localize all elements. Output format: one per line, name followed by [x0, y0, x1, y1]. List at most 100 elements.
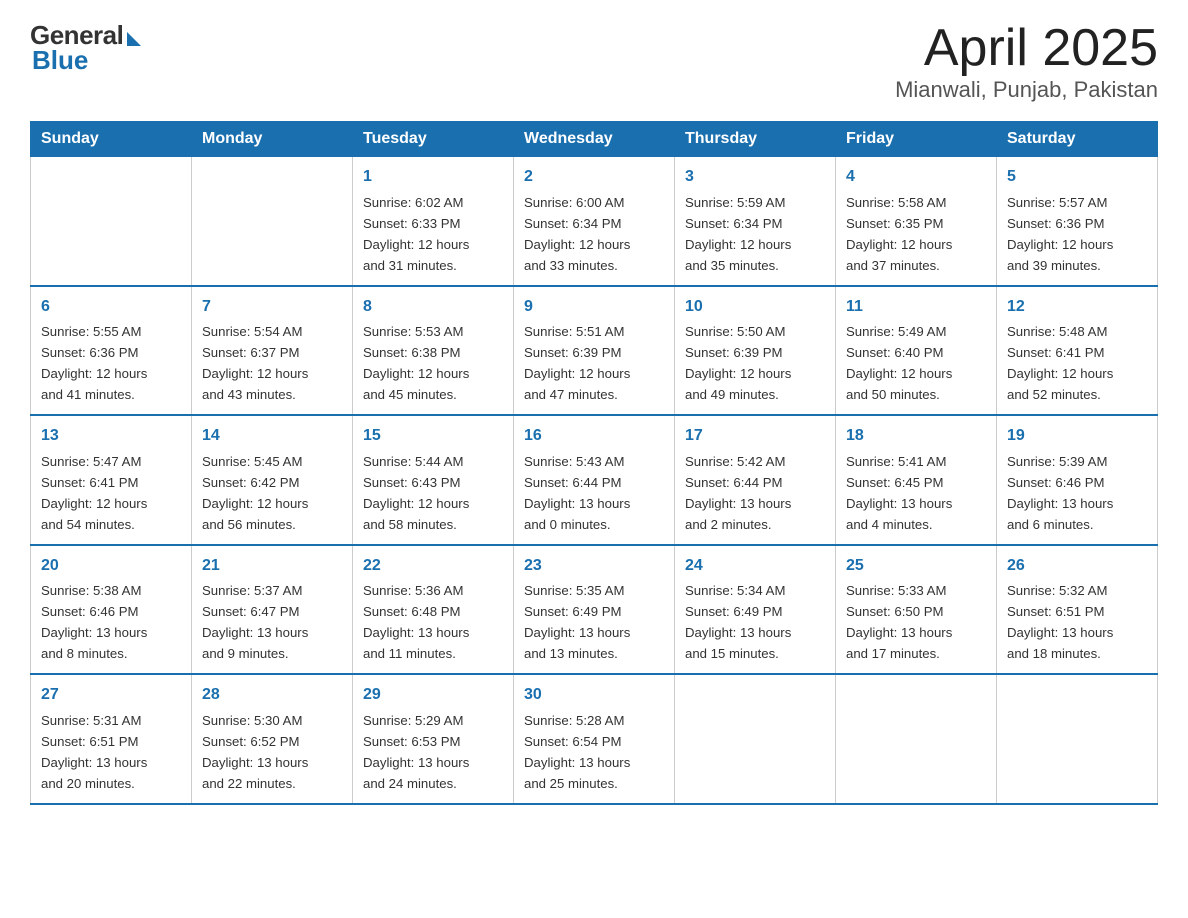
title-area: April 2025 Mianwali, Punjab, Pakistan: [895, 20, 1158, 103]
day-number: 24: [685, 554, 825, 579]
day-number: 20: [41, 554, 181, 579]
calendar-day-cell: [192, 157, 353, 286]
day-number: 12: [1007, 295, 1147, 320]
calendar-day-cell: 17 Sunrise: 5:42 AM Sunset: 6:44 PM Dayli…: [675, 415, 836, 544]
weekday-header-monday: Monday: [192, 122, 353, 157]
day-number: 23: [524, 554, 664, 579]
day-info: Sunrise: 5:31 AM Sunset: 6:51 PM Dayligh…: [41, 713, 147, 791]
calendar-day-cell: 15 Sunrise: 5:44 AM Sunset: 6:43 PM Dayli…: [353, 415, 514, 544]
day-number: 2: [524, 165, 664, 190]
day-number: 30: [524, 683, 664, 708]
calendar-day-cell: [31, 157, 192, 286]
day-info: Sunrise: 6:00 AM Sunset: 6:34 PM Dayligh…: [524, 195, 630, 273]
day-number: 16: [524, 424, 664, 449]
logo-arrow-icon: [127, 32, 141, 46]
day-number: 9: [524, 295, 664, 320]
logo-blue-text: Blue: [32, 45, 88, 76]
day-number: 18: [846, 424, 986, 449]
day-info: Sunrise: 5:37 AM Sunset: 6:47 PM Dayligh…: [202, 583, 308, 661]
day-number: 6: [41, 295, 181, 320]
calendar-day-cell: 8 Sunrise: 5:53 AM Sunset: 6:38 PM Daylig…: [353, 286, 514, 415]
calendar-day-cell: 30Sunrise: 5:28 AM Sunset: 6:54 PM Dayli…: [514, 674, 675, 803]
calendar-day-cell: 2 Sunrise: 6:00 AM Sunset: 6:34 PM Daylig…: [514, 157, 675, 286]
calendar-day-cell: 27 Sunrise: 5:31 AM Sunset: 6:51 PM Dayli…: [31, 674, 192, 803]
day-info: Sunrise: 5:34 AM Sunset: 6:49 PM Dayligh…: [685, 583, 791, 661]
day-info: Sunrise: 5:47 AM Sunset: 6:41 PM Dayligh…: [41, 454, 147, 532]
calendar-day-cell: 6 Sunrise: 5:55 AM Sunset: 6:36 PM Daylig…: [31, 286, 192, 415]
day-info: Sunrise: 5:45 AM Sunset: 6:42 PM Dayligh…: [202, 454, 308, 532]
calendar-day-cell: 18 Sunrise: 5:41 AM Sunset: 6:45 PM Dayli…: [836, 415, 997, 544]
day-info: Sunrise: 5:48 AM Sunset: 6:41 PM Dayligh…: [1007, 324, 1113, 402]
day-number: 4: [846, 165, 986, 190]
day-info: Sunrise: 5:41 AM Sunset: 6:45 PM Dayligh…: [846, 454, 952, 532]
day-number: 26: [1007, 554, 1147, 579]
weekday-header-wednesday: Wednesday: [514, 122, 675, 157]
calendar-day-cell: 23 Sunrise: 5:35 AM Sunset: 6:49 PM Dayli…: [514, 545, 675, 674]
day-info: Sunrise: 5:50 AM Sunset: 6:39 PM Dayligh…: [685, 324, 791, 402]
calendar-day-cell: 9 Sunrise: 5:51 AM Sunset: 6:39 PM Daylig…: [514, 286, 675, 415]
weekday-header-sunday: Sunday: [31, 122, 192, 157]
calendar-day-cell: 7 Sunrise: 5:54 AM Sunset: 6:37 PM Daylig…: [192, 286, 353, 415]
day-info: Sunrise: 5:58 AM Sunset: 6:35 PM Dayligh…: [846, 195, 952, 273]
calendar-day-cell: [675, 674, 836, 803]
day-number: 8: [363, 295, 503, 320]
calendar-day-cell: 22 Sunrise: 5:36 AM Sunset: 6:48 PM Dayli…: [353, 545, 514, 674]
calendar-week-3: 13Sunrise: 5:47 AM Sunset: 6:41 PM Dayli…: [31, 415, 1158, 544]
day-info: Sunrise: 5:32 AM Sunset: 6:51 PM Dayligh…: [1007, 583, 1113, 661]
calendar-week-1: 1Sunrise: 6:02 AM Sunset: 6:33 PM Daylig…: [31, 157, 1158, 286]
day-info: Sunrise: 5:30 AM Sunset: 6:52 PM Dayligh…: [202, 713, 308, 791]
calendar-day-cell: 12 Sunrise: 5:48 AM Sunset: 6:41 PM Dayli…: [997, 286, 1158, 415]
calendar-day-cell: 5 Sunrise: 5:57 AM Sunset: 6:36 PM Daylig…: [997, 157, 1158, 286]
calendar-day-cell: 20 Sunrise: 5:38 AM Sunset: 6:46 PM Dayli…: [31, 545, 192, 674]
day-info: Sunrise: 5:53 AM Sunset: 6:38 PM Dayligh…: [363, 324, 469, 402]
day-info: Sunrise: 5:36 AM Sunset: 6:48 PM Dayligh…: [363, 583, 469, 661]
day-info: Sunrise: 5:35 AM Sunset: 6:49 PM Dayligh…: [524, 583, 630, 661]
day-info: Sunrise: 5:29 AM Sunset: 6:53 PM Dayligh…: [363, 713, 469, 791]
calendar-header: SundayMondayTuesdayWednesdayThursdayFrid…: [31, 122, 1158, 157]
calendar-day-cell: 19Sunrise: 5:39 AM Sunset: 6:46 PM Dayli…: [997, 415, 1158, 544]
day-info: Sunrise: 5:38 AM Sunset: 6:46 PM Dayligh…: [41, 583, 147, 661]
calendar-week-5: 27 Sunrise: 5:31 AM Sunset: 6:51 PM Dayli…: [31, 674, 1158, 803]
day-info: Sunrise: 5:59 AM Sunset: 6:34 PM Dayligh…: [685, 195, 791, 273]
day-number: 25: [846, 554, 986, 579]
weekday-header-tuesday: Tuesday: [353, 122, 514, 157]
day-number: 29: [363, 683, 503, 708]
weekday-header-friday: Friday: [836, 122, 997, 157]
day-info: Sunrise: 5:54 AM Sunset: 6:37 PM Dayligh…: [202, 324, 308, 402]
logo: General Blue: [30, 20, 141, 76]
day-info: Sunrise: 5:51 AM Sunset: 6:39 PM Dayligh…: [524, 324, 630, 402]
calendar-day-cell: [836, 674, 997, 803]
day-info: Sunrise: 5:49 AM Sunset: 6:40 PM Dayligh…: [846, 324, 952, 402]
calendar-day-cell: 14Sunrise: 5:45 AM Sunset: 6:42 PM Dayli…: [192, 415, 353, 544]
weekday-header-row: SundayMondayTuesdayWednesdayThursdayFrid…: [31, 122, 1158, 157]
calendar-day-cell: 13Sunrise: 5:47 AM Sunset: 6:41 PM Dayli…: [31, 415, 192, 544]
calendar-day-cell: 3Sunrise: 5:59 AM Sunset: 6:34 PM Daylig…: [675, 157, 836, 286]
calendar-day-cell: 26 Sunrise: 5:32 AM Sunset: 6:51 PM Dayli…: [997, 545, 1158, 674]
day-info: Sunrise: 5:39 AM Sunset: 6:46 PM Dayligh…: [1007, 454, 1113, 532]
calendar-day-cell: 28Sunrise: 5:30 AM Sunset: 6:52 PM Dayli…: [192, 674, 353, 803]
calendar-day-cell: 29 Sunrise: 5:29 AM Sunset: 6:53 PM Dayli…: [353, 674, 514, 803]
calendar-day-cell: 21 Sunrise: 5:37 AM Sunset: 6:47 PM Dayli…: [192, 545, 353, 674]
day-info: Sunrise: 5:43 AM Sunset: 6:44 PM Dayligh…: [524, 454, 630, 532]
day-number: 21: [202, 554, 342, 579]
day-number: 15: [363, 424, 503, 449]
day-number: 7: [202, 295, 342, 320]
calendar-table: SundayMondayTuesdayWednesdayThursdayFrid…: [30, 121, 1158, 804]
day-number: 27: [41, 683, 181, 708]
day-info: Sunrise: 5:55 AM Sunset: 6:36 PM Dayligh…: [41, 324, 147, 402]
day-number: 17: [685, 424, 825, 449]
day-number: 22: [363, 554, 503, 579]
day-number: 11: [846, 295, 986, 320]
weekday-header-saturday: Saturday: [997, 122, 1158, 157]
calendar-week-2: 6 Sunrise: 5:55 AM Sunset: 6:36 PM Daylig…: [31, 286, 1158, 415]
calendar-subtitle: Mianwali, Punjab, Pakistan: [895, 77, 1158, 103]
day-number: 5: [1007, 165, 1147, 190]
day-number: 1: [363, 165, 503, 190]
day-info: Sunrise: 5:44 AM Sunset: 6:43 PM Dayligh…: [363, 454, 469, 532]
calendar-day-cell: 1Sunrise: 6:02 AM Sunset: 6:33 PM Daylig…: [353, 157, 514, 286]
day-info: Sunrise: 5:57 AM Sunset: 6:36 PM Dayligh…: [1007, 195, 1113, 273]
weekday-header-thursday: Thursday: [675, 122, 836, 157]
day-info: Sunrise: 5:42 AM Sunset: 6:44 PM Dayligh…: [685, 454, 791, 532]
calendar-day-cell: 11 Sunrise: 5:49 AM Sunset: 6:40 PM Dayli…: [836, 286, 997, 415]
calendar-week-4: 20 Sunrise: 5:38 AM Sunset: 6:46 PM Dayli…: [31, 545, 1158, 674]
